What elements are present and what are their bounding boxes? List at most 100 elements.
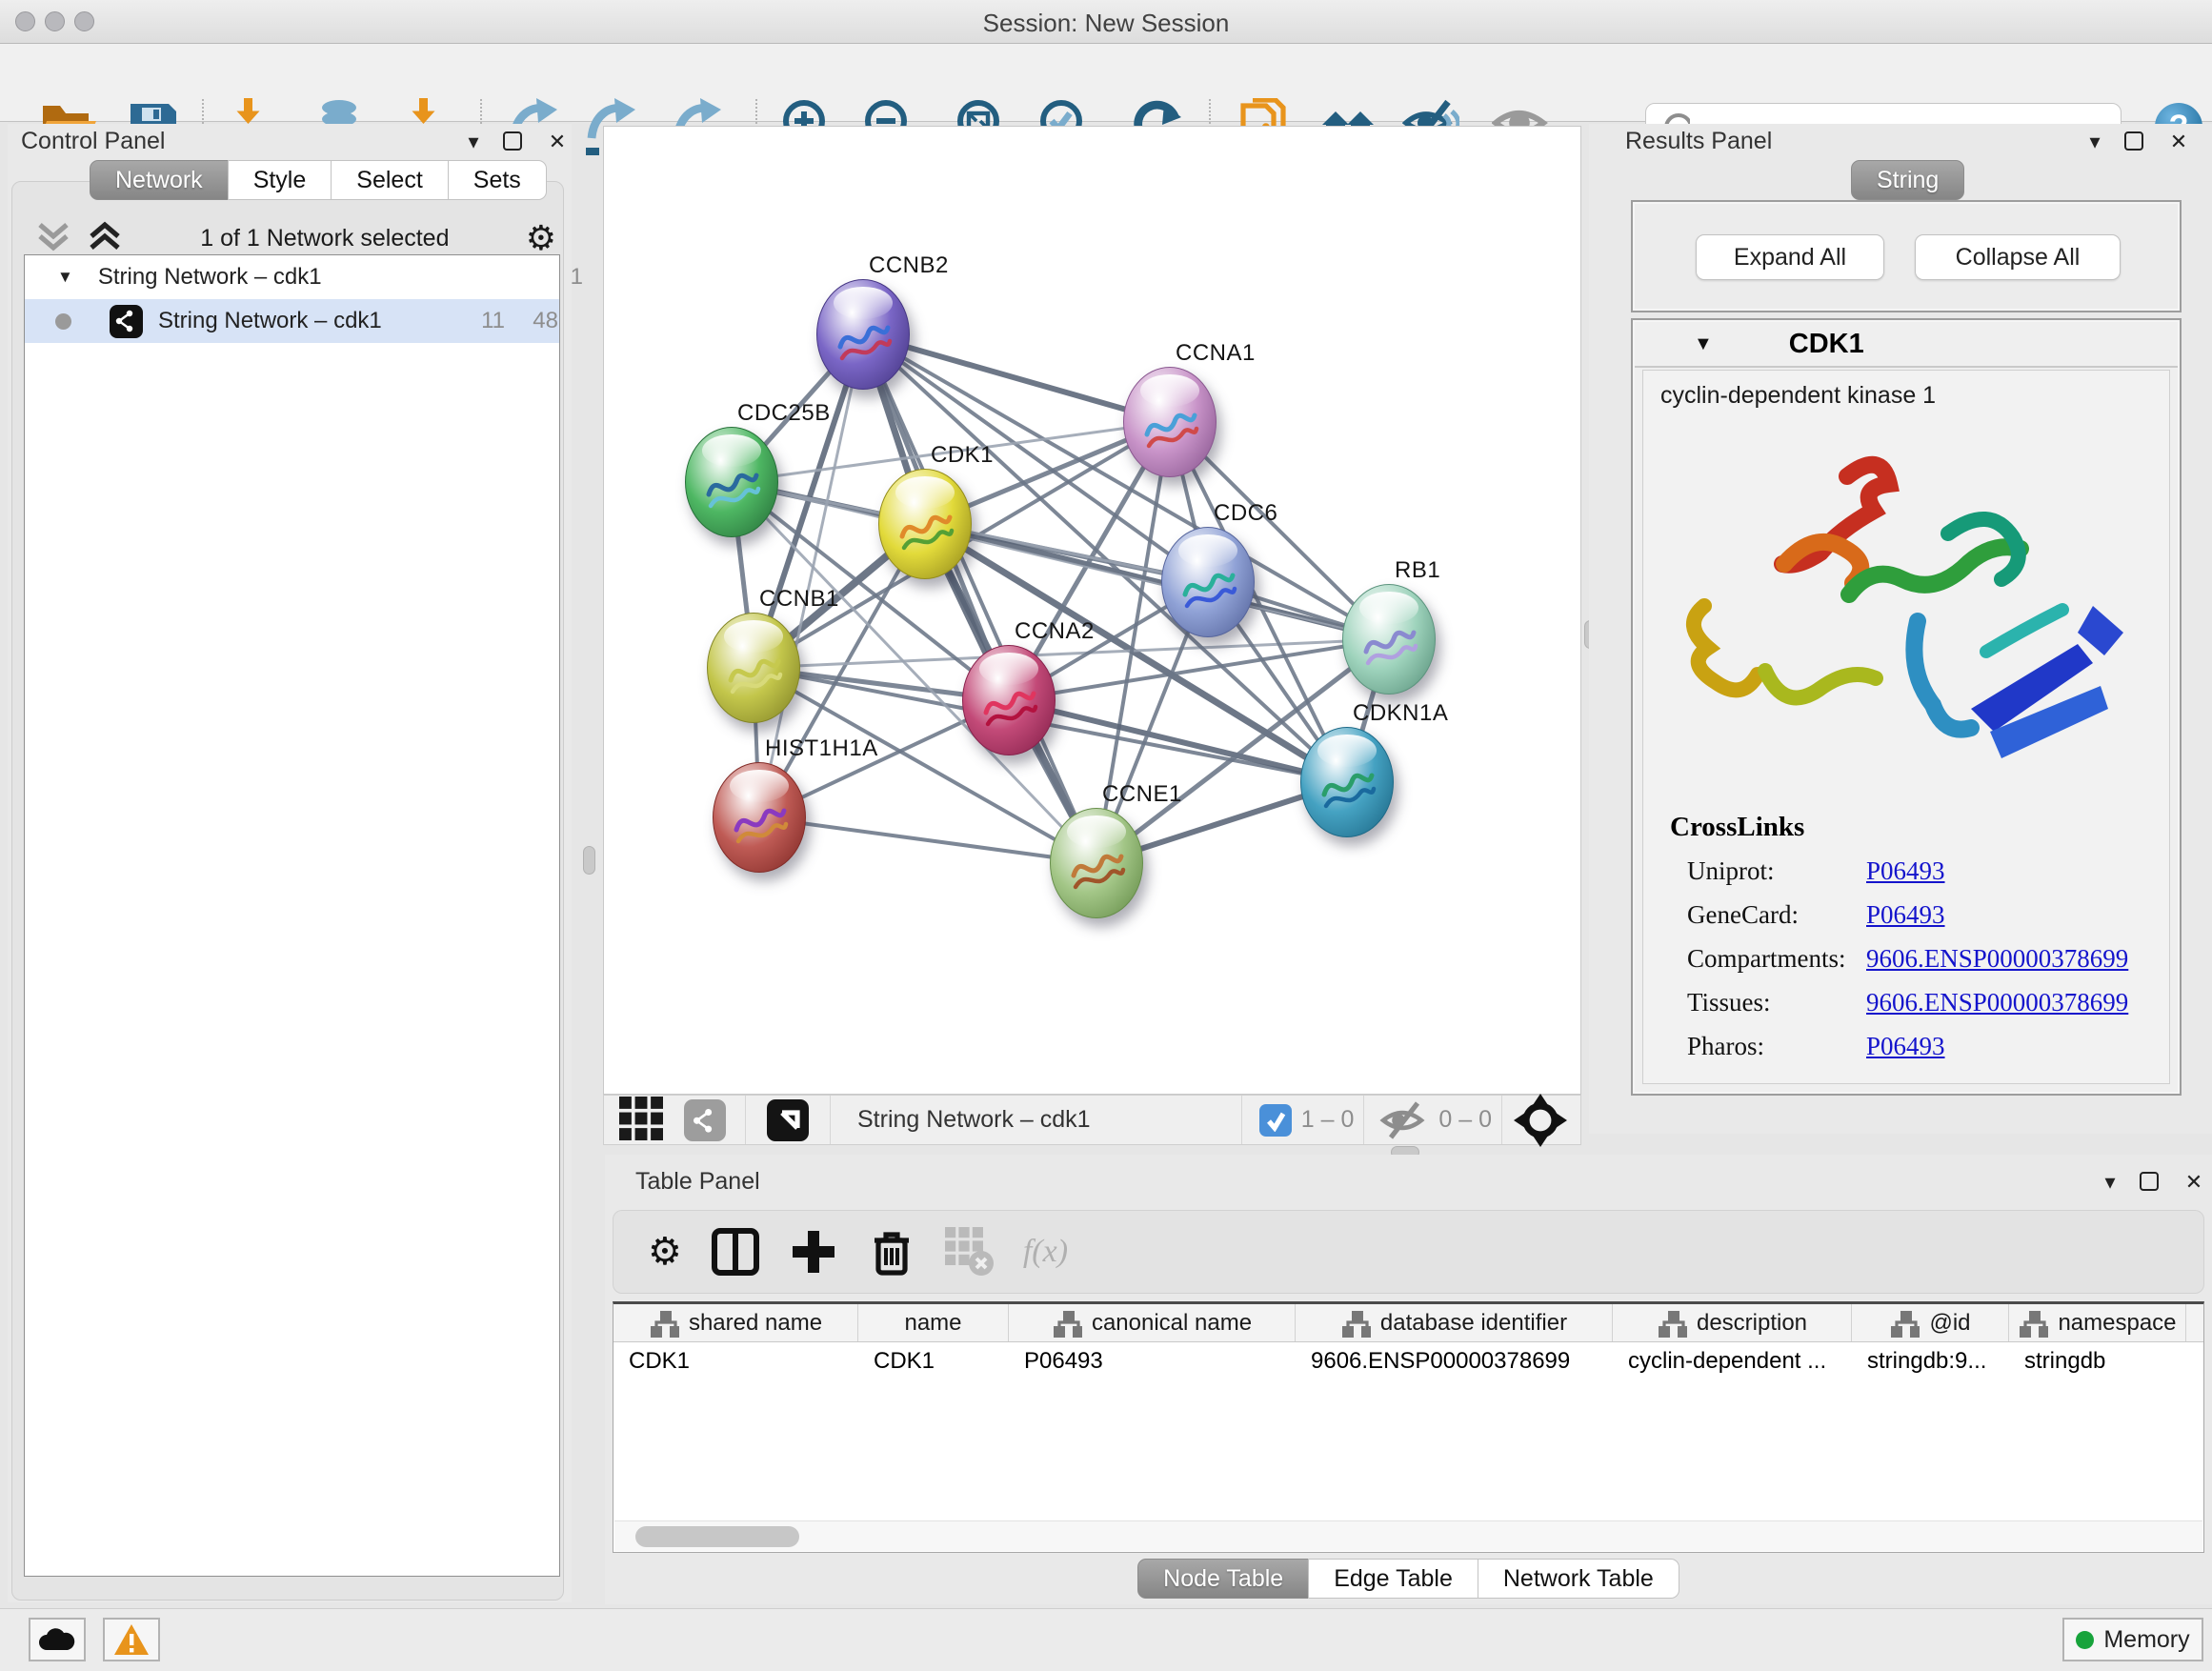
column-header-name[interactable]: name bbox=[858, 1304, 1009, 1341]
table-settings-gear-icon[interactable]: ⚙ bbox=[648, 1230, 682, 1274]
crosslink-link[interactable]: 9606.ENSP00000378699 bbox=[1866, 988, 2128, 1017]
network-tree-row[interactable]: String Network – cdk11148 bbox=[25, 299, 559, 343]
column-header-database-identifier[interactable]: database identifier bbox=[1296, 1304, 1613, 1341]
table-panel-float-icon[interactable] bbox=[2140, 1172, 2159, 1196]
tab-node-table[interactable]: Node Table bbox=[1137, 1559, 1309, 1599]
tab-network-table[interactable]: Network Table bbox=[1478, 1559, 1679, 1599]
results-panel-collapse-icon[interactable]: ▾ bbox=[2079, 128, 2111, 156]
table-row[interactable]: CDK1CDK1P064939606.ENSP00000378699cyclin… bbox=[613, 1342, 2203, 1380]
network-node-ccnb1[interactable] bbox=[707, 613, 800, 723]
column-header--id[interactable]: @id bbox=[1852, 1304, 2009, 1341]
control-panel-close-icon[interactable]: ✕ bbox=[541, 128, 573, 156]
column-label: description bbox=[1697, 1310, 1807, 1337]
crosslink-link[interactable]: 9606.ENSP00000378699 bbox=[1866, 944, 2128, 974]
grid-icon[interactable] bbox=[619, 1097, 667, 1144]
show-columns-icon[interactable] bbox=[711, 1227, 760, 1277]
main-toolbar: ? bbox=[0, 44, 2212, 122]
warning-button[interactable] bbox=[103, 1618, 160, 1661]
network-edges bbox=[604, 127, 1581, 1095]
network-node-cdk1[interactable] bbox=[878, 469, 972, 579]
network-edge[interactable] bbox=[759, 817, 1096, 863]
node-label-ccne1: CCNE1 bbox=[1102, 781, 1182, 808]
selected-checkbox[interactable] bbox=[1259, 1104, 1292, 1137]
table-cell[interactable]: CDK1 bbox=[613, 1342, 858, 1380]
open-in-new-icon[interactable] bbox=[767, 1099, 809, 1141]
share-icon[interactable] bbox=[684, 1099, 726, 1141]
table-cell[interactable]: P06493 bbox=[1009, 1342, 1296, 1380]
crosslink-label: Compartments: bbox=[1687, 944, 1866, 974]
network-node-cdkn1a[interactable] bbox=[1300, 727, 1394, 837]
memory-label: Memory bbox=[2103, 1626, 2189, 1654]
results-panel-close-icon[interactable]: ✕ bbox=[2162, 128, 2195, 156]
memory-button[interactable]: Memory bbox=[2062, 1618, 2203, 1661]
column-header-namespace[interactable]: namespace bbox=[2009, 1304, 2186, 1341]
table-tabs: Node TableEdge TableNetwork Table bbox=[605, 1559, 2212, 1599]
network-node-hist1h1a[interactable] bbox=[713, 762, 806, 873]
crosslink-link[interactable]: P06493 bbox=[1866, 856, 1945, 886]
table-horizontal-scrollbar[interactable] bbox=[614, 1520, 2202, 1551]
table-cell[interactable]: 9606.ENSP00000378699 bbox=[1296, 1342, 1613, 1380]
table-cell[interactable]: cyclin-dependent ... bbox=[1613, 1342, 1852, 1380]
collapse-all-button[interactable]: Collapse All bbox=[1915, 234, 2121, 280]
tab-style[interactable]: Style bbox=[228, 160, 332, 200]
network-node-cdc6[interactable] bbox=[1161, 527, 1255, 637]
crosslink-link[interactable]: P06493 bbox=[1866, 900, 1945, 930]
cloud-button[interactable] bbox=[29, 1618, 86, 1661]
node-label-rb1: RB1 bbox=[1395, 557, 1440, 584]
crosslink-label: Pharos: bbox=[1687, 1032, 1866, 1061]
control-panel: Control Panel ▾ ✕ NetworkStyleSelectSets… bbox=[8, 124, 572, 1602]
network-options-gear-icon[interactable]: ⚙ bbox=[526, 219, 556, 258]
network-node-ccne1[interactable] bbox=[1050, 808, 1143, 918]
network-node-ccna2[interactable] bbox=[962, 645, 1056, 755]
column-label: shared name bbox=[689, 1310, 822, 1337]
network-view-toolbar: String Network – cdk1 1 – 0 0 – 0 bbox=[603, 1095, 1581, 1145]
expand-all-button[interactable]: Expand All bbox=[1696, 234, 1884, 280]
table-panel-collapse-icon[interactable]: ▾ bbox=[2094, 1168, 2126, 1197]
network-node-cdc25b[interactable] bbox=[685, 427, 778, 537]
column-type-icon bbox=[2018, 1309, 2048, 1338]
gene-collapse-triangle-icon[interactable]: ▼ bbox=[1694, 333, 1713, 355]
collapse-all-networks-icon[interactable] bbox=[34, 219, 72, 257]
node-protein-thumbnail bbox=[731, 795, 790, 851]
tab-edge-table[interactable]: Edge Table bbox=[1308, 1559, 1478, 1599]
tab-network[interactable]: Network bbox=[90, 160, 229, 200]
add-column-icon[interactable] bbox=[789, 1227, 838, 1277]
network-tree-row[interactable]: ▼ String Network – cdk11 bbox=[25, 255, 559, 299]
column-header-canonical-name[interactable]: canonical name bbox=[1009, 1304, 1296, 1341]
tab-string[interactable]: String bbox=[1852, 160, 1964, 200]
results-panel-float-icon[interactable] bbox=[2124, 131, 2143, 155]
table-cell[interactable]: stringdb bbox=[2009, 1342, 2186, 1380]
network-edge[interactable] bbox=[863, 334, 1096, 863]
node-label-ccnb1: CCNB1 bbox=[759, 586, 839, 613]
column-label: name bbox=[904, 1310, 961, 1337]
node-protein-thumbnail bbox=[725, 646, 784, 701]
crosslink-row: GeneCard: P06493 bbox=[1687, 893, 2169, 936]
control-panel-float-icon[interactable] bbox=[503, 131, 522, 155]
table-panel-close-icon[interactable]: ✕ bbox=[2178, 1168, 2210, 1197]
control-panel-collapse-icon[interactable]: ▾ bbox=[457, 128, 490, 156]
column-header-shared-name[interactable]: shared name bbox=[613, 1304, 858, 1341]
left-splitter-handle[interactable] bbox=[583, 846, 595, 875]
delete-column-icon[interactable] bbox=[867, 1227, 916, 1277]
node-protein-thumbnail bbox=[1360, 617, 1419, 673]
column-label: @id bbox=[1929, 1310, 1970, 1337]
tab-sets[interactable]: Sets bbox=[448, 160, 547, 200]
tab-select[interactable]: Select bbox=[331, 160, 448, 200]
network-node-rb1[interactable] bbox=[1342, 584, 1436, 695]
network-node-ccnb2[interactable] bbox=[816, 279, 910, 390]
scrollbar-thumb[interactable] bbox=[635, 1526, 799, 1547]
table-cell[interactable]: CDK1 bbox=[858, 1342, 1009, 1380]
network-node-ccna1[interactable] bbox=[1123, 367, 1217, 477]
gene-header-row[interactable]: ▼ CDK1 bbox=[1635, 322, 2178, 368]
column-header-description[interactable]: description bbox=[1613, 1304, 1852, 1341]
table-panel: Table Panel ▾ ✕ ⚙ f(x) shared namenameca… bbox=[605, 1155, 2212, 1604]
network-canvas[interactable]: CCNB2 CCNA1 CDC25B CDK1 CDC6 RB1 bbox=[603, 126, 1581, 1095]
table-cell[interactable]: stringdb:9... bbox=[1852, 1342, 2009, 1380]
node-label-cdkn1a: CDKN1A bbox=[1353, 700, 1448, 727]
birds-eye-crosshair-icon[interactable] bbox=[1514, 1094, 1567, 1147]
network-view-title: String Network – cdk1 bbox=[857, 1106, 1091, 1134]
tree-expand-triangle-icon[interactable]: ▼ bbox=[57, 268, 73, 287]
expand-all-networks-icon[interactable] bbox=[86, 219, 124, 257]
crosslink-link[interactable]: P06493 bbox=[1866, 1032, 1945, 1061]
window-title: Session: New Session bbox=[0, 9, 2212, 38]
